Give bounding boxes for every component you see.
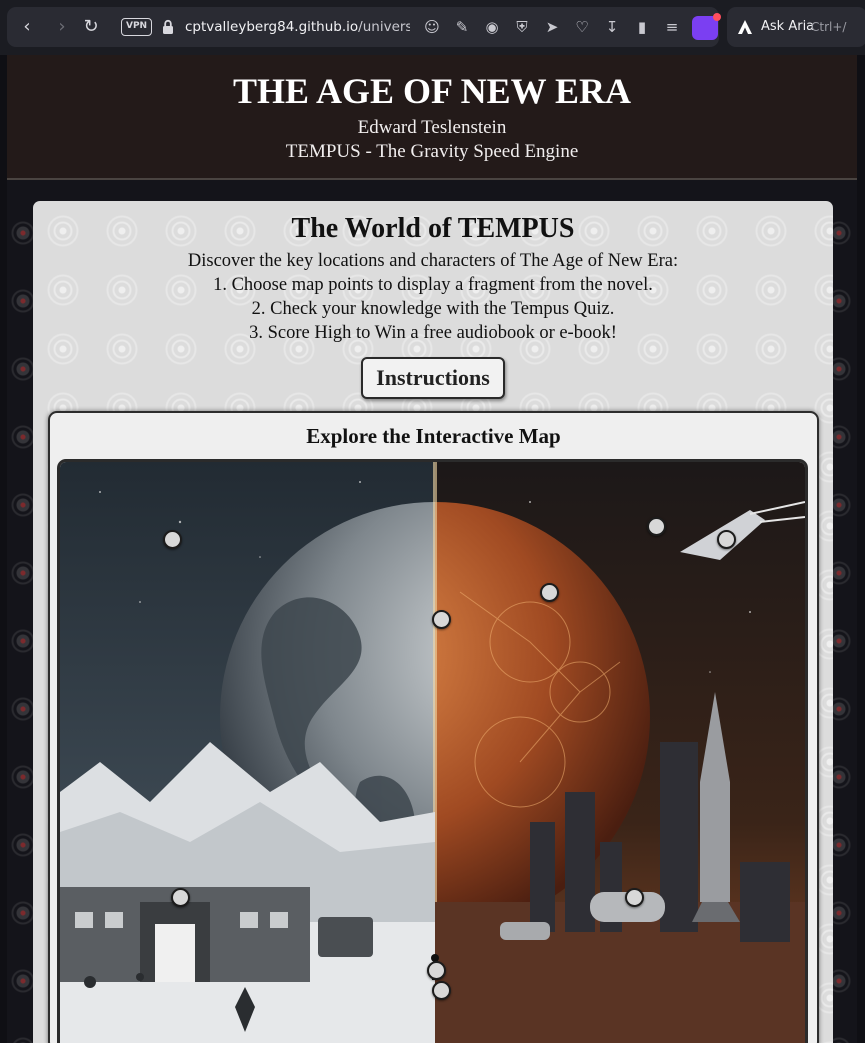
download-icon[interactable]: ↧ bbox=[602, 15, 622, 39]
aria-logo-icon bbox=[738, 20, 752, 34]
intro-line: 3. Score High to Win a free audiobook or… bbox=[249, 323, 617, 343]
intro-line: Discover the key locations and character… bbox=[187, 251, 679, 271]
world-panel: The World of TEMPUS Discover the key loc… bbox=[33, 201, 833, 1043]
site-title: THE AGE OF NEW ERA bbox=[232, 71, 632, 111]
map-point[interactable] bbox=[162, 529, 182, 549]
map-point[interactable] bbox=[624, 887, 644, 907]
vpn-badge[interactable]: VPN bbox=[121, 18, 153, 36]
site-author: Edward Teslenstein bbox=[357, 117, 507, 138]
site-header: THE AGE OF NEW ERA Edward Teslenstein TE… bbox=[7, 55, 857, 180]
heart-icon[interactable]: ♡ bbox=[572, 15, 592, 39]
aria-label: Ask Aria bbox=[761, 19, 815, 34]
site-subtitle: TEMPUS - The Gravity Speed Engine bbox=[285, 141, 579, 162]
map-illustration bbox=[60, 462, 805, 1043]
send-icon[interactable]: ➤ bbox=[542, 15, 562, 39]
map-point[interactable] bbox=[170, 887, 190, 907]
browser-toolbar: ‹ › ↻ VPN cptvalleyberg84.github.io/univ… bbox=[0, 0, 865, 55]
profile-icon[interactable] bbox=[692, 13, 721, 40]
menu-icon[interactable]: ≡ bbox=[662, 15, 682, 39]
intro-text: Discover the key locations and character… bbox=[33, 249, 833, 345]
map-card: Explore the Interactive Map bbox=[48, 411, 819, 1043]
lock-icon bbox=[163, 19, 173, 34]
map-title: Explore the Interactive Map bbox=[306, 424, 561, 448]
ask-aria-button[interactable]: Ask Aria Ctrl+/ bbox=[727, 7, 865, 47]
intro-line: 2. Check your knowledge with the Tempus … bbox=[251, 299, 615, 319]
map-point[interactable] bbox=[431, 609, 451, 629]
toolbar-icons: ☺ ✎ ◉ ⛨ ➤ ♡ ↧ ▮ ≡ bbox=[422, 15, 682, 39]
address-bar[interactable]: ‹ › ↻ VPN cptvalleyberg84.github.io/univ… bbox=[7, 7, 721, 47]
battery-icon[interactable]: ▮ bbox=[632, 15, 652, 39]
world-title: The World of TEMPUS bbox=[291, 213, 575, 244]
map-point[interactable] bbox=[646, 516, 666, 536]
arrow-left-icon[interactable]: ‹ bbox=[15, 15, 39, 39]
shield-icon[interactable]: ⛨ bbox=[512, 15, 532, 39]
emoji-icon[interactable]: ☺ bbox=[422, 15, 442, 39]
intro-line: 1. Choose map points to display a fragme… bbox=[213, 275, 653, 295]
map-point[interactable] bbox=[716, 529, 736, 549]
url-text[interactable]: cptvalleyberg84.github.io/universe-of- bbox=[185, 17, 410, 37]
aria-shortcut: Ctrl+/ bbox=[811, 20, 847, 34]
page-background: THE AGE OF NEW ERA Edward Teslenstein TE… bbox=[7, 55, 857, 1043]
interactive-map[interactable] bbox=[57, 459, 808, 1043]
map-point[interactable] bbox=[539, 582, 559, 602]
reload-icon[interactable]: ↻ bbox=[79, 15, 103, 39]
arrow-right-icon[interactable]: › bbox=[50, 15, 74, 39]
camera-icon[interactable]: ◉ bbox=[482, 15, 502, 39]
edit-icon[interactable]: ✎ bbox=[452, 15, 472, 39]
instructions-button[interactable]: Instructions bbox=[361, 357, 505, 399]
map-point[interactable] bbox=[431, 980, 451, 1000]
map-point[interactable] bbox=[426, 960, 446, 980]
